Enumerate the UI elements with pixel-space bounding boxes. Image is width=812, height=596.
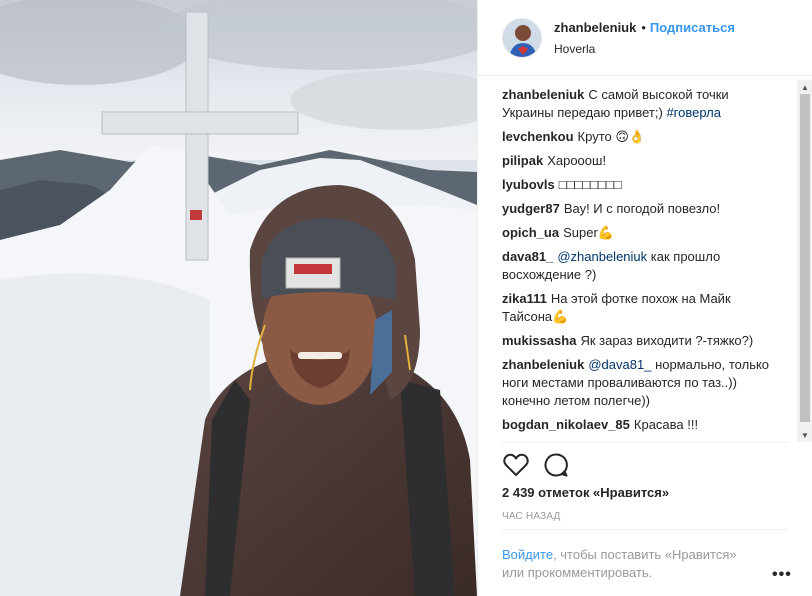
comment-text: Super💪: [563, 225, 614, 240]
comment-item: dava81_ @zhanbeleniuk как прошло восхожде…: [502, 248, 770, 284]
comment-author[interactable]: mukissasha: [502, 333, 576, 348]
comments-scrollbar[interactable]: ▲ ▼: [797, 80, 812, 442]
mention-link[interactable]: @zhanbeleniuk: [557, 249, 647, 264]
divider: [502, 442, 788, 443]
comment-item: zhanbeleniuk С самой высокой точки Украин…: [502, 86, 770, 122]
like-button[interactable]: [502, 451, 530, 479]
comment-author[interactable]: zika111: [502, 291, 547, 306]
comment-item: levchenkou Круто 🙃👌: [502, 128, 770, 146]
comment-author[interactable]: levchenkou: [502, 129, 574, 144]
hashtag-link[interactable]: #говерла: [666, 105, 721, 120]
comment-item: bogdan_nikolaev_85 Красава !!!: [502, 416, 770, 434]
post-header: zhanbeleniuk • Подписаться Hoverla: [478, 0, 812, 76]
comment-text: Харооош!: [547, 153, 607, 168]
comment-item: mukissasha Як зараз виходити ?-тяжко?): [502, 332, 770, 350]
divider: [502, 529, 788, 530]
comment-item: opich_ua Super💪: [502, 224, 770, 242]
avatar-image: [503, 18, 541, 57]
post-photo: [0, 0, 477, 596]
scroll-down-arrow-icon[interactable]: ▼: [797, 428, 812, 442]
comment-item: zhanbeleniuk @dava81_ нормально, только н…: [502, 356, 770, 410]
instagram-post: zhanbeleniuk • Подписаться Hoverla zhanbel…: [0, 0, 812, 596]
location-link[interactable]: Hoverla: [554, 41, 735, 57]
follow-button[interactable]: Подписаться: [650, 20, 735, 35]
mention-link[interactable]: @dava81_: [588, 357, 651, 372]
comment-item: yudger87 Вау! И с погодой повезло!: [502, 200, 770, 218]
comment-author[interactable]: bogdan_nikolaev_85: [502, 417, 630, 432]
login-link[interactable]: Войдите: [502, 547, 553, 562]
scroll-up-arrow-icon[interactable]: ▲: [797, 80, 812, 94]
comment-item: zika111 На этой фотке похож на Майк Тайсо…: [502, 290, 770, 326]
post-timestamp[interactable]: ЧАС НАЗАД: [502, 511, 561, 522]
more-options-icon[interactable]: •••: [772, 566, 792, 584]
comment-author[interactable]: zhanbeleniuk: [502, 87, 584, 102]
comment-author[interactable]: pilipak: [502, 153, 543, 168]
post-sidebar: zhanbeleniuk • Подписаться Hoverla zhanbel…: [477, 0, 812, 596]
likes-count[interactable]: 2 439 отметок «Нравится»: [502, 485, 669, 500]
comment-author[interactable]: lyubovls: [502, 177, 555, 192]
comment-author[interactable]: opich_ua: [502, 225, 559, 240]
header-text: zhanbeleniuk • Подписаться Hoverla: [554, 19, 735, 57]
photo-illustration: [0, 0, 477, 596]
comment-item: lyubovls □□□□□□□□: [502, 176, 770, 194]
username-link[interactable]: zhanbeleniuk: [554, 20, 636, 35]
comment-text: Вау! И с погодой повезло!: [563, 201, 721, 216]
comment-icon: [544, 453, 568, 477]
comment-item: pilipak Харооош!: [502, 152, 770, 170]
comments-list: zhanbeleniuk С самой высокой точки Украин…: [502, 86, 770, 438]
comment-author[interactable]: zhanbeleniuk: [502, 357, 584, 372]
avatar[interactable]: [502, 17, 542, 58]
comment-text: Як зараз виходити ?-тяжко?): [580, 333, 754, 348]
comment-button[interactable]: [542, 451, 570, 479]
post-actions: [502, 450, 582, 480]
heart-icon: [503, 453, 529, 476]
comment-author[interactable]: dava81_: [502, 249, 553, 264]
scrollbar-thumb[interactable]: [800, 94, 810, 422]
comment-text: Круто 🙃👌: [577, 129, 646, 144]
header-line: zhanbeleniuk • Подписаться: [554, 19, 735, 36]
comment-author[interactable]: yudger87: [502, 201, 560, 216]
header-separator: •: [641, 19, 646, 35]
login-prompt: Войдите, чтобы поставить «Нравится» или …: [502, 546, 762, 582]
comment-text: Красава !!!: [633, 417, 699, 432]
comment-text: □□□□□□□□: [558, 177, 622, 192]
